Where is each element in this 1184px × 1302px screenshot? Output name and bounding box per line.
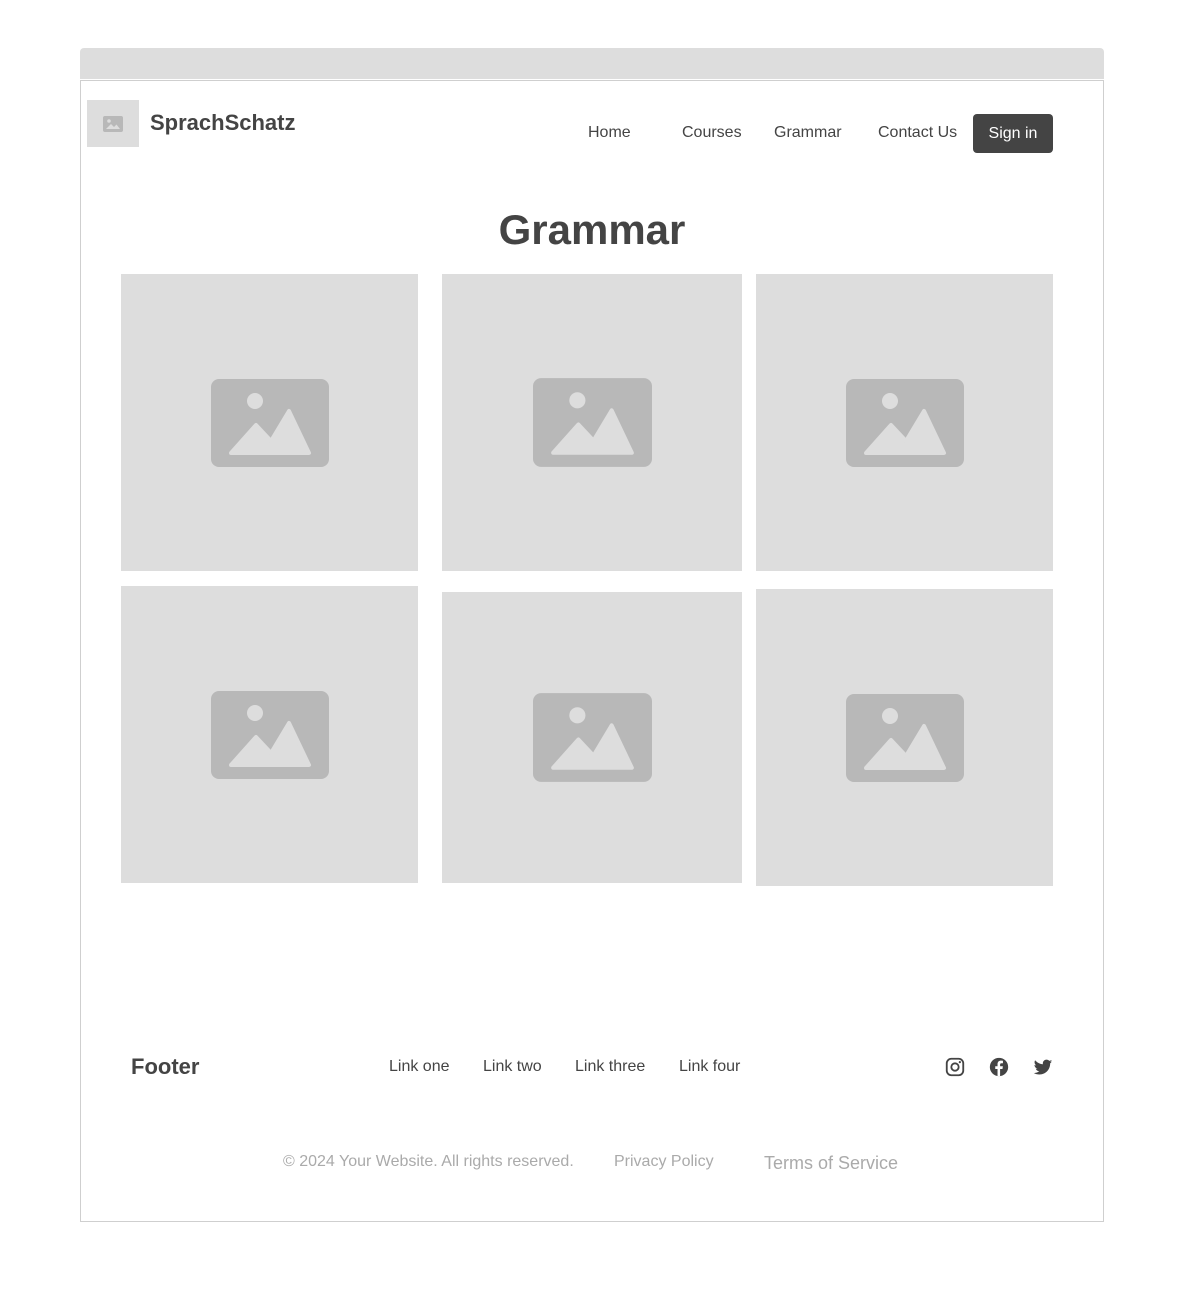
instagram-icon[interactable] xyxy=(944,1056,966,1078)
grammar-card[interactable] xyxy=(121,274,418,571)
footer-link-one[interactable]: Link one xyxy=(389,1058,450,1076)
image-placeholder-icon xyxy=(845,693,964,782)
nav-courses[interactable]: Courses xyxy=(682,124,742,142)
grammar-card[interactable] xyxy=(442,592,742,883)
grammar-card[interactable] xyxy=(121,586,418,883)
image-placeholder-icon xyxy=(845,378,964,467)
footer-title: Footer xyxy=(131,1054,200,1079)
image-placeholder-icon xyxy=(532,693,652,782)
nav-contact-us[interactable]: Contact Us xyxy=(878,124,957,142)
image-placeholder-icon xyxy=(210,378,329,467)
grammar-card[interactable] xyxy=(442,274,742,571)
nav-home[interactable]: Home xyxy=(588,124,631,142)
image-placeholder-icon xyxy=(210,690,329,779)
copyright-text: © 2024 Your Website. All rights reserved… xyxy=(283,1153,574,1170)
nav-grammar[interactable]: Grammar xyxy=(774,124,842,142)
logo-placeholder[interactable] xyxy=(87,100,139,147)
grammar-card[interactable] xyxy=(756,589,1053,886)
footer-link-two[interactable]: Link two xyxy=(483,1058,542,1076)
page-title: Grammar xyxy=(498,206,686,253)
privacy-policy-link[interactable]: Privacy Policy xyxy=(614,1153,714,1171)
browser-top-bar xyxy=(80,48,1104,79)
image-placeholder-icon xyxy=(532,378,652,467)
footer-link-three[interactable]: Link three xyxy=(575,1058,645,1076)
image-placeholder-icon xyxy=(103,115,123,132)
terms-of-service-link[interactable]: Terms of Service xyxy=(764,1153,898,1174)
footer-link-four[interactable]: Link four xyxy=(679,1058,740,1076)
grammar-card[interactable] xyxy=(756,274,1053,571)
brand-name[interactable]: SprachSchatz xyxy=(150,110,296,136)
facebook-icon[interactable] xyxy=(988,1056,1010,1078)
twitter-icon[interactable] xyxy=(1032,1056,1054,1078)
sign-in-button[interactable]: Sign in xyxy=(973,114,1053,153)
